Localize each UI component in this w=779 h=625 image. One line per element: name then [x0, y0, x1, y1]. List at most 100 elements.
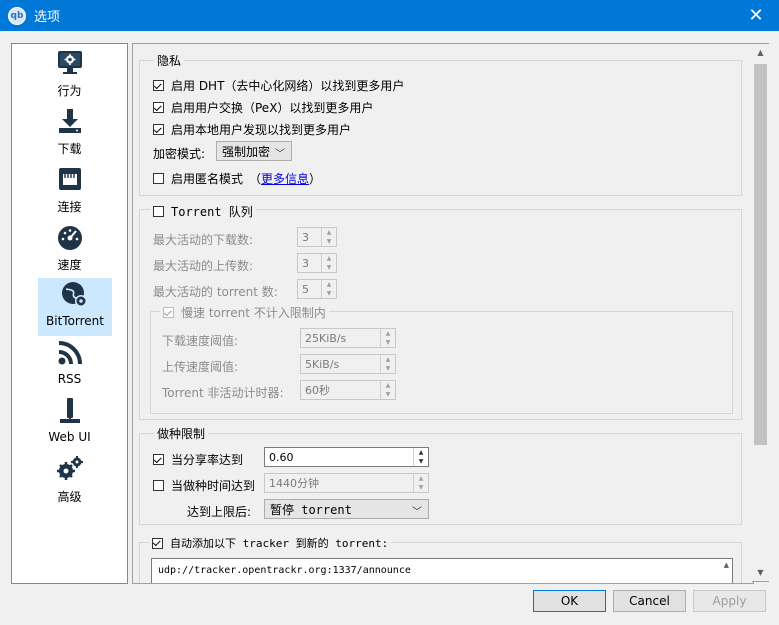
encryption-mode-select[interactable]: 强制加密 ﹀	[216, 141, 292, 161]
spin-up-icon[interactable]: ▲	[381, 329, 395, 338]
encryption-label-text: 加密模式:	[153, 147, 206, 161]
spin-down-icon[interactable]: ▼	[322, 263, 336, 272]
sidebar-item-advanced[interactable]: 高级	[12, 452, 127, 510]
bittorrent-settings-panel: 隐私 启用 DHT（去中心化网络）以找到更多用户 启用用户交换（PeX）以找到更…	[132, 43, 754, 584]
chevron-down-icon: ﹀	[412, 507, 422, 518]
ratio-limit-spinbox[interactable]: 0.60 ▲ ▼	[264, 447, 429, 467]
seeding-time-checkbox[interactable]: 当做种时间达到	[153, 477, 255, 494]
limit-action-label-text: 达到上限后:	[187, 505, 252, 519]
pex-checkbox-box[interactable]	[153, 102, 164, 113]
spin-up-icon[interactable]: ▲	[322, 254, 336, 263]
pex-checkbox[interactable]: 启用用户交换（PeX）以找到更多用户	[153, 99, 373, 116]
anonymous-mode-checkbox[interactable]: 启用匿名模式 （ 更多信息 ）	[153, 170, 321, 187]
ratio-limit-label: 当分享率达到	[171, 453, 244, 467]
more-info-close: ）	[309, 172, 322, 186]
spin-up-icon[interactable]: ▲	[414, 474, 428, 483]
trackers-textarea[interactable]: udp://tracker.opentrackr.org:1337/announ…	[151, 558, 733, 583]
spin-down-icon[interactable]: ▼	[381, 338, 395, 347]
sidebar-item-behavior[interactable]: 行为	[12, 46, 127, 104]
apply-button-label: Apply	[712, 594, 747, 608]
download-threshold-value: 25KiB/s	[305, 331, 347, 345]
spin-down-icon[interactable]: ▼	[414, 457, 428, 466]
ethernet-icon	[58, 168, 81, 190]
rss-icon	[58, 341, 82, 365]
scroll-up-icon[interactable]: ▲	[724, 561, 729, 569]
max-downloads-label-text: 最大活动的下载数:	[153, 233, 254, 247]
torrent-queue-title: Torrent 队列	[171, 205, 253, 219]
max-uploads-spinbox[interactable]: 3 ▲ ▼	[297, 253, 337, 273]
max-downloads-spinbox[interactable]: 3 ▲ ▼	[297, 227, 337, 247]
inactivity-timer-label: Torrent 非活动计时器:	[162, 384, 284, 401]
spin-up-icon[interactable]: ▲	[322, 280, 336, 289]
spin-down-icon[interactable]: ▼	[381, 390, 395, 399]
auto-add-trackers-checkbox-box[interactable]	[152, 537, 163, 549]
limit-action-select[interactable]: 暂停 torrent ﹀	[264, 499, 429, 519]
inactivity-timer-spinbox[interactable]: 60秒 ▲ ▼	[300, 380, 396, 400]
chevron-down-icon: ﹀	[275, 149, 285, 160]
lpd-checkbox[interactable]: 启用本地用户发现以找到更多用户	[153, 121, 351, 138]
sidebar-item-label: BitTorrent	[46, 314, 104, 328]
ratio-limit-checkbox[interactable]: 当分享率达到	[153, 451, 243, 468]
sidebar-item-bittorrent[interactable]: BitTorrent	[38, 278, 112, 336]
seeding-time-label: 当做种时间达到	[171, 479, 256, 493]
apply-button[interactable]: Apply	[693, 590, 766, 612]
dht-checkbox[interactable]: 启用 DHT（去中心化网络）以找到更多用户	[153, 77, 404, 94]
sidebar-item-speed[interactable]: 速度	[12, 220, 127, 278]
close-button[interactable]: ✕	[733, 0, 779, 31]
max-downloads-label: 最大活动的下载数:	[153, 231, 253, 248]
encryption-label: 加密模式:	[153, 145, 205, 162]
anonymous-mode-checkbox-box[interactable]	[153, 173, 164, 184]
spin-down-icon[interactable]: ▼	[322, 237, 336, 246]
sidebar-item-rss[interactable]: RSS	[12, 336, 127, 394]
dht-checkbox-box[interactable]	[153, 80, 164, 91]
seeding-time-checkbox-box[interactable]	[153, 480, 164, 491]
sidebar-item-label: 连接	[57, 200, 82, 214]
monitor-gear-icon	[57, 51, 82, 74]
max-torrents-spinbox[interactable]: 5 ▲ ▼	[297, 279, 337, 299]
torrent-queue-checkbox[interactable]: Torrent 队列	[150, 203, 256, 220]
auto-add-trackers-checkbox[interactable]: 自动添加以下 tracker 到新的 torrent:	[149, 535, 392, 551]
scrollbar-thumb[interactable]	[754, 64, 767, 445]
scroll-up-arrow-icon[interactable]: ▲	[752, 44, 769, 61]
download-icon	[58, 109, 81, 133]
sidebar-item-webui[interactable]: Web UI	[12, 394, 127, 452]
inactivity-timer-label-text: Torrent 非活动计时器:	[162, 386, 284, 400]
sidebar-item-connection[interactable]: 连接	[12, 162, 127, 220]
upload-threshold-spinbox[interactable]: 5KiB/s ▲ ▼	[300, 354, 396, 374]
max-uploads-value: 3	[302, 256, 309, 270]
download-threshold-label-text: 下载速度阈值:	[162, 334, 239, 348]
seeding-limits-title: 做种限制	[154, 425, 209, 442]
scroll-down-arrow-icon[interactable]: ▼	[752, 564, 769, 581]
download-threshold-spinbox[interactable]: 25KiB/s ▲ ▼	[300, 328, 396, 348]
spin-down-icon[interactable]: ▼	[322, 289, 336, 298]
ratio-limit-checkbox-box[interactable]	[153, 454, 164, 465]
lpd-label: 启用本地用户发现以找到更多用户	[171, 123, 352, 137]
gears-icon	[56, 456, 83, 480]
auto-add-trackers-label: 自动添加以下 tracker 到新的 torrent:	[170, 537, 389, 550]
max-downloads-value: 3	[302, 230, 309, 244]
cancel-button[interactable]: Cancel	[613, 590, 686, 612]
download-threshold-label: 下载速度阈值:	[162, 332, 238, 349]
sidebar-item-label: RSS	[57, 372, 82, 386]
seeding-time-spinbox[interactable]: 1440分钟 ▲ ▼	[264, 473, 429, 493]
slow-torrents-checkbox-box[interactable]	[163, 307, 174, 318]
sidebar-item-downloads[interactable]: 下载	[12, 104, 127, 162]
spin-up-icon[interactable]: ▲	[381, 355, 395, 364]
tower-icon	[59, 398, 80, 423]
settings-scrollbar[interactable]: ▲ ▼	[752, 43, 769, 582]
slow-torrents-title: 慢速 torrent 不计入限制内	[181, 306, 326, 320]
spin-up-icon[interactable]: ▲	[381, 381, 395, 390]
spin-up-icon[interactable]: ▲	[414, 448, 428, 457]
globe-gear-icon	[62, 282, 87, 307]
ratio-limit-value: 0.60	[269, 450, 294, 464]
slow-torrents-checkbox[interactable]: 慢速 torrent 不计入限制内	[160, 304, 329, 321]
ok-button[interactable]: OK	[533, 590, 606, 612]
torrent-queue-checkbox-box[interactable]	[153, 206, 164, 217]
spin-down-icon[interactable]: ▼	[414, 483, 428, 492]
spin-up-icon[interactable]: ▲	[322, 228, 336, 237]
more-info-link[interactable]: 更多信息	[261, 170, 309, 187]
lpd-checkbox-box[interactable]	[153, 124, 164, 135]
seeding-time-value: 1440分钟	[269, 477, 319, 490]
spin-down-icon[interactable]: ▼	[381, 364, 395, 373]
privacy-group-title: 隐私	[154, 52, 185, 69]
